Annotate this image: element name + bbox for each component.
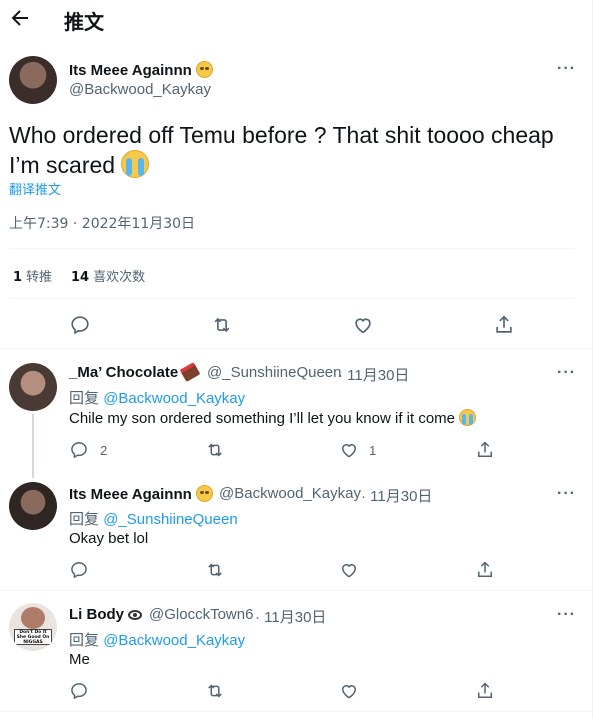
retweet-stat[interactable]: 1 转推 [13, 266, 52, 285]
divider [9, 248, 575, 249]
page-header: 推文 [0, 0, 593, 38]
retweet-count: 1 [13, 270, 23, 285]
replying-to-link[interactable]: @_SunshiineQueen [103, 511, 238, 528]
like-icon[interactable] [339, 560, 359, 580]
retweet-label: 转推 [26, 270, 53, 285]
reply-icon[interactable] [69, 681, 89, 701]
replying-to: 回复 @Backwood_Kaykay [69, 387, 245, 408]
reply-text-content: Chile my son ordered something I’ll let … [69, 410, 456, 427]
crying-face-emoji-icon [121, 150, 150, 178]
reply-date[interactable]: · 11月30日 [255, 606, 326, 627]
reply-author-name[interactable]: Li Body [69, 606, 142, 623]
more-icon[interactable]: ··· [557, 485, 576, 503]
tweet-text: Who ordered off Temu before ? That shit … [9, 121, 584, 180]
divider [0, 711, 593, 712]
replying-to-link[interactable]: @Backwood_Kaykay [103, 632, 245, 649]
retweet-icon[interactable] [211, 314, 233, 336]
back-arrow-icon[interactable] [8, 6, 32, 30]
share-icon[interactable] [493, 314, 515, 336]
more-icon[interactable]: ··· [557, 60, 576, 78]
replying-to-link[interactable]: @Backwood_Kaykay [103, 390, 245, 407]
translate-link[interactable]: 翻译推文 [9, 179, 61, 198]
eye-emoji-icon [128, 610, 142, 620]
rolling-eyes-emoji-icon [195, 61, 213, 78]
author-name-text[interactable]: Its Meee Againnn [69, 62, 192, 79]
reply-author-name-text[interactable]: Its Meee Againnn [69, 486, 192, 503]
reply-icon[interactable] [69, 314, 91, 336]
more-icon[interactable]: ··· [557, 606, 576, 624]
divider [9, 298, 575, 299]
like-icon[interactable] [339, 681, 359, 701]
page-title: 推文 [64, 10, 104, 34]
reply-text: Okay bet lol [69, 530, 149, 547]
tweet-detail-page: 推文 Its Meee Againnn @Backwood_Kaykay ···… [0, 0, 593, 719]
replying-to: 回复 @Backwood_Kaykay [69, 629, 245, 650]
replying-to-prefix: 回复 [69, 511, 100, 528]
likes-count: 14 [71, 270, 90, 285]
avatar[interactable] [9, 482, 57, 530]
avatar[interactable]: Don't Do It She Good On NIGGAS [9, 603, 57, 651]
author-handle[interactable]: @Backwood_Kaykay [69, 81, 211, 98]
replying-to-prefix: 回复 [69, 390, 100, 407]
tweet-text-content: Who ordered off Temu before ? That shit … [9, 122, 554, 178]
share-icon[interactable] [475, 440, 495, 460]
reply-icon[interactable] [69, 560, 89, 580]
reply-author-name-text[interactable]: _Ma’ Chocolate [69, 364, 178, 381]
tweet-timestamp[interactable]: 上午7:39 · 2022年11月30日 [9, 213, 195, 233]
reply-date[interactable]: · 11月30日 [361, 485, 432, 506]
avatar[interactable] [9, 363, 57, 411]
share-icon[interactable] [475, 560, 495, 580]
reply-author-name[interactable]: Its Meee Againnn [69, 485, 213, 503]
reply-author-handle[interactable]: @GlocckTown6 [149, 606, 253, 623]
avatar[interactable] [9, 56, 57, 104]
divider [0, 348, 593, 349]
reply-author-name-text[interactable]: Li Body [69, 606, 124, 623]
retweet-icon[interactable] [205, 560, 225, 580]
like-icon[interactable] [339, 440, 359, 460]
replying-to-prefix: 回复 [69, 632, 100, 649]
reply-author-name[interactable]: _Ma’ Chocolate [69, 361, 201, 383]
retweet-icon[interactable] [205, 681, 225, 701]
share-icon[interactable] [475, 681, 495, 701]
like-icon[interactable] [352, 314, 374, 336]
likes-label: 喜欢次数 [93, 270, 146, 285]
likes-stat[interactable]: 14 喜欢次数 [71, 266, 145, 285]
thread-line [32, 414, 34, 478]
reply-author-handle[interactable]: @_SunshiineQueen [207, 364, 342, 381]
more-icon[interactable]: ··· [557, 364, 576, 382]
reply-icon[interactable] [69, 440, 89, 460]
retweet-icon[interactable] [205, 440, 225, 460]
replying-to: 回复 @_SunshiineQueen [69, 508, 238, 529]
reply-date[interactable]: · 11月30日 [338, 364, 409, 385]
like-count: 1 [369, 443, 377, 458]
reply-author-handle[interactable]: @Backwood_Kaykay [219, 485, 361, 502]
divider [0, 590, 593, 591]
reply-text: Chile my son ordered something I’ll let … [69, 409, 477, 427]
reply-text: Me [69, 651, 90, 668]
reply-count: 2 [100, 443, 108, 458]
avatar-face [21, 607, 45, 629]
chocolate-emoji-icon [179, 361, 201, 383]
author-name[interactable]: Its Meee Againnn [69, 61, 213, 79]
crying-face-emoji-icon [459, 409, 477, 426]
rolling-eyes-emoji-icon [195, 485, 213, 502]
avatar-sign: Don't Do It She Good On NIGGAS [14, 629, 52, 645]
